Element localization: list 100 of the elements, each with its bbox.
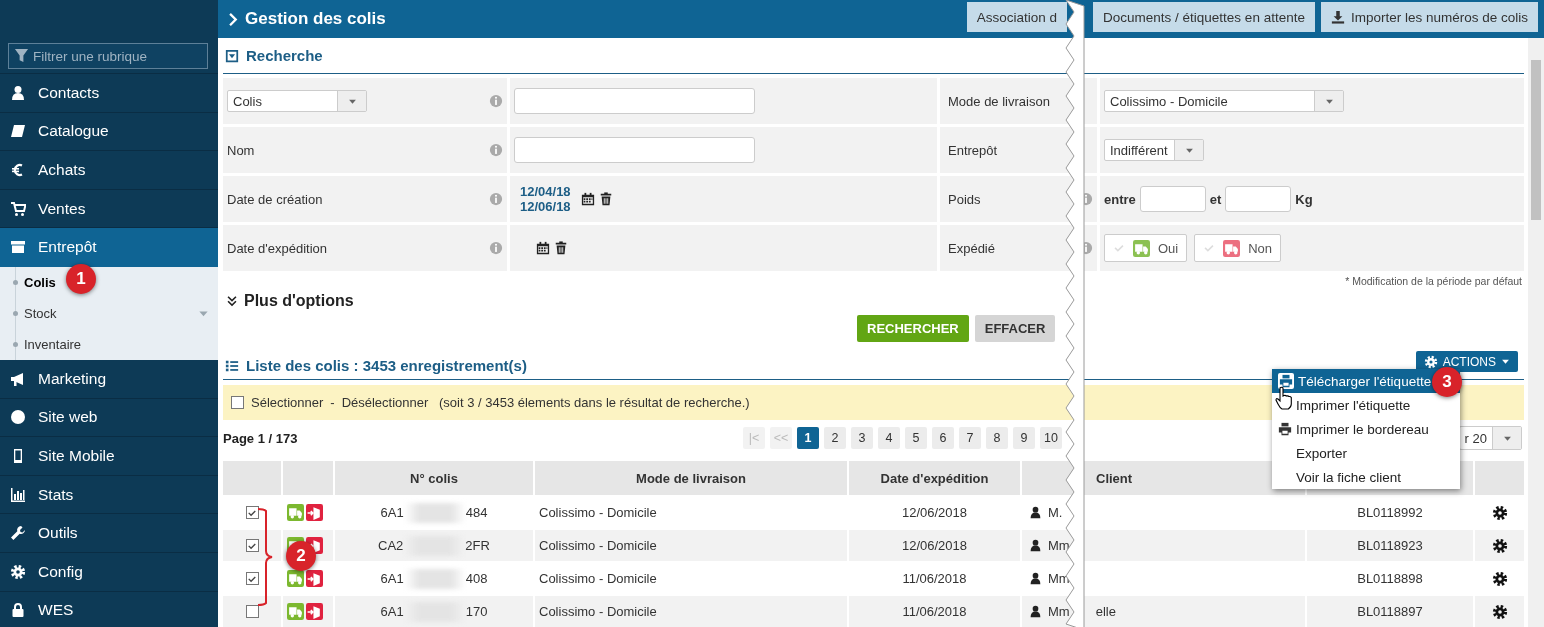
footnote: * Modification de la période par défaut bbox=[1344, 275, 1523, 287]
truck-icon bbox=[287, 504, 304, 521]
select-field[interactable]: Colis bbox=[227, 90, 367, 112]
input-field[interactable] bbox=[514, 137, 755, 163]
settings-button[interactable] bbox=[1491, 570, 1508, 587]
table-cell-text: BL0118898 bbox=[1356, 570, 1424, 588]
input-field[interactable] bbox=[1139, 186, 1206, 212]
cart-icon bbox=[10, 200, 26, 217]
column-header bbox=[1475, 461, 1524, 495]
column-header bbox=[283, 461, 333, 495]
calendar-icon bbox=[536, 241, 550, 255]
field-label: Date de création bbox=[227, 191, 324, 207]
page-button[interactable]: 10 bbox=[1040, 427, 1062, 449]
column-header: Mode de livraison bbox=[535, 461, 847, 495]
settings-icon bbox=[1491, 504, 1508, 521]
checkbox[interactable] bbox=[231, 396, 244, 409]
column-header: Date d'expédition bbox=[849, 461, 1020, 495]
archive-box-icon bbox=[10, 239, 26, 256]
user-icon bbox=[1029, 572, 1042, 585]
hand-cursor-icon bbox=[1275, 386, 1292, 410]
date-value: 12/04/18 bbox=[520, 184, 571, 199]
settings-icon bbox=[1423, 354, 1438, 369]
table-cell: Colissimo - Domicile bbox=[535, 596, 847, 627]
table-cell-text: 11/06/2018 bbox=[901, 570, 968, 588]
selection-summary: (soit 3 / 3453 élements dans le résultat de recherche.) bbox=[437, 395, 750, 410]
sidebar-item[interactable]: Outils bbox=[0, 514, 218, 553]
checkbox[interactable] bbox=[245, 506, 259, 519]
page-button[interactable]: 7 bbox=[959, 427, 981, 449]
page-title: Gestion des colis bbox=[245, 9, 387, 29]
toggle-link[interactable]: Plus d'options bbox=[244, 292, 354, 310]
section-title: Recherche bbox=[246, 47, 323, 64]
sidebar-item[interactable]: Catalogue bbox=[0, 112, 218, 152]
table-cell-text: Colissimo - Domicile bbox=[538, 570, 658, 588]
settings-icon bbox=[1491, 537, 1508, 554]
page-button[interactable]: 6 bbox=[932, 427, 954, 449]
table-cell-text: BL0118992 bbox=[1356, 504, 1424, 522]
menu-item[interactable]: Exporter bbox=[1272, 441, 1460, 465]
settings-button[interactable] bbox=[1491, 537, 1508, 554]
page-button[interactable]: 3 bbox=[851, 427, 873, 449]
input-field[interactable] bbox=[514, 88, 755, 114]
list-icon bbox=[225, 358, 239, 373]
user-icon bbox=[1029, 539, 1042, 552]
page-button[interactable]: 2 bbox=[824, 427, 846, 449]
input-field[interactable] bbox=[1225, 186, 1292, 212]
client-name: Mm bbox=[1048, 571, 1070, 586]
settings-button[interactable] bbox=[1491, 504, 1508, 521]
client-name: M. bbox=[1048, 505, 1063, 520]
page-button[interactable]: 1 bbox=[797, 427, 819, 449]
toggle-button[interactable]: Non bbox=[1194, 234, 1282, 262]
clear-button[interactable]: EFFACER bbox=[974, 315, 1056, 342]
select-field[interactable]: Colissimo - Domicile bbox=[1104, 90, 1344, 112]
field-label: Nom bbox=[227, 142, 256, 158]
submenu-item[interactable]: Stock bbox=[0, 297, 218, 329]
table-cell-text: 12/06/2018 bbox=[900, 504, 969, 522]
collapse-icon bbox=[225, 48, 239, 63]
page-button[interactable]: 4 bbox=[878, 427, 900, 449]
per-page-select[interactable]: r 20 bbox=[1458, 426, 1522, 450]
bar-chart-icon bbox=[10, 486, 26, 503]
table-cell-text: Colissimo - Domicile bbox=[538, 504, 658, 522]
select-field[interactable]: Indifférent bbox=[1104, 139, 1204, 161]
user-icon bbox=[1029, 605, 1042, 618]
submenu-item[interactable]: Inventaire bbox=[0, 328, 218, 360]
header-button[interactable]: Importer les numéros de colis bbox=[1320, 2, 1538, 32]
filter-field[interactable]: Filtrer une rubrique bbox=[8, 43, 208, 69]
page-button[interactable]: 5 bbox=[905, 427, 927, 449]
page-button[interactable]: 8 bbox=[986, 427, 1008, 449]
user-icon bbox=[1029, 506, 1042, 519]
deselect-link[interactable]: Désélectionner bbox=[341, 395, 429, 410]
sidebar-item[interactable]: Site Mobile bbox=[0, 437, 218, 476]
select-all-link[interactable]: Sélectionner bbox=[251, 395, 324, 410]
field-label: Entrepôt bbox=[948, 142, 999, 158]
header-button[interactable]: Documents / étiquettes en attente bbox=[1093, 2, 1315, 32]
sidebar-item[interactable]: WES bbox=[0, 591, 218, 627]
sidebar-item[interactable]: Contacts bbox=[0, 74, 218, 113]
page-button[interactable]: 9 bbox=[1013, 427, 1035, 449]
sidebar-item[interactable]: Marketing bbox=[0, 359, 218, 399]
settings-button[interactable] bbox=[1491, 603, 1508, 620]
menu-item[interactable]: Voir la fiche client bbox=[1272, 465, 1460, 489]
menu-item[interactable]: Imprimer le bordereau bbox=[1272, 417, 1460, 441]
checkbox[interactable] bbox=[245, 572, 259, 585]
table-cell: BL0118897 bbox=[1307, 596, 1473, 627]
checkbox[interactable] bbox=[245, 605, 259, 618]
section-title: Liste des colis : 3453 enregistrement(s) bbox=[246, 357, 528, 374]
filter-icon bbox=[14, 48, 29, 63]
lock-icon bbox=[10, 602, 26, 619]
sidebar-item[interactable]: Config bbox=[0, 552, 218, 592]
toggle-button[interactable]: Oui bbox=[1104, 234, 1188, 262]
sidebar-item[interactable]: Achats bbox=[0, 151, 218, 190]
sidebar-item[interactable]: Site web bbox=[0, 398, 218, 438]
actions-button[interactable]: ACTIONS bbox=[1415, 351, 1518, 372]
table-cell: 11/06/2018 bbox=[849, 596, 1020, 627]
sidebar-item[interactable]: Stats bbox=[0, 475, 218, 515]
caret-icon bbox=[1501, 357, 1510, 366]
client-name: Mm bbox=[1048, 538, 1070, 553]
checkbox[interactable] bbox=[245, 539, 259, 552]
truck-icon bbox=[287, 570, 304, 587]
page-indicator: Page 1 / 173 bbox=[223, 430, 299, 446]
chevron-right-icon bbox=[226, 12, 239, 26]
megaphone-icon bbox=[10, 370, 26, 387]
header-button[interactable]: Association d bbox=[966, 2, 1068, 32]
